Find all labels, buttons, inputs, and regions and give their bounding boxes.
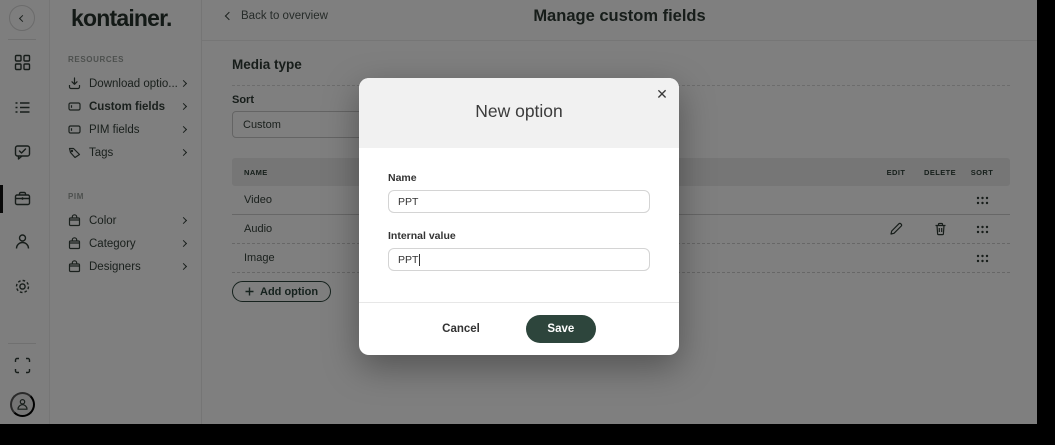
internal-value-input[interactable]: PPT — [388, 248, 650, 271]
name-field-group: Name PPT — [388, 172, 650, 213]
modal-footer: Cancel Save — [359, 302, 679, 355]
name-field-label: Name — [388, 172, 417, 184]
internal-value-field-group: Internal value PPT — [388, 230, 650, 271]
save-button[interactable]: Save — [525, 315, 596, 343]
internal-value-field-label: Internal value — [388, 230, 456, 242]
name-input-value: PPT — [398, 195, 419, 208]
internal-value-input-value: PPT — [398, 253, 419, 266]
app-window: kontainer. RESOURCES Download optio... C… — [0, 0, 1037, 424]
text-cursor — [419, 253, 421, 266]
cancel-button[interactable]: Cancel — [442, 323, 480, 335]
new-option-modal: New option ✕ Name PPT Internal value PPT — [359, 78, 679, 355]
name-input[interactable]: PPT — [388, 190, 650, 213]
screen: kontainer. RESOURCES Download optio... C… — [0, 0, 1055, 445]
modal-title: New option — [475, 101, 563, 121]
modal-body: Name PPT Internal value PPT — [359, 148, 679, 271]
close-icon[interactable]: ✕ — [652, 84, 672, 104]
modal-header: New option ✕ — [359, 78, 679, 148]
